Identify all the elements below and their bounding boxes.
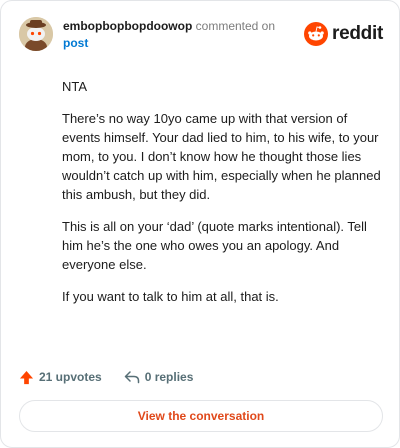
upvote-stat[interactable]: 21 upvotes — [19, 370, 102, 385]
comment-body: NTA There’s no way 10yo came up with tha… — [62, 77, 382, 319]
view-conversation-button[interactable]: View the conversation — [19, 400, 383, 432]
reddit-logo[interactable]: reddit — [304, 21, 383, 47]
comment-paragraph: This is all on your ‘dad’ (quote marks i… — [62, 219, 367, 272]
comment-header: embopbopbopdoowop commented on post redd… — [19, 17, 383, 53]
comment-footer: 21 upvotes 0 replies — [19, 367, 215, 387]
avatar[interactable] — [19, 17, 53, 51]
comment-paragraph: NTA — [62, 79, 88, 94]
author-name[interactable]: embopbopbopdoowop — [63, 19, 192, 33]
comment-meta: embopbopbopdoowop commented on post — [63, 18, 293, 52]
reddit-icon — [304, 22, 329, 46]
snoo-avatar-icon — [19, 17, 53, 51]
post-link[interactable]: post — [63, 36, 88, 50]
comment-action: commented on — [195, 19, 276, 33]
upvote-arrow-icon — [19, 370, 34, 384]
upvote-count: 21 upvotes — [39, 370, 102, 384]
reply-count: 0 replies — [144, 370, 194, 384]
comment-paragraph: If you want to talk to him at all, that … — [62, 289, 279, 304]
reply-stat[interactable]: 0 replies — [124, 370, 194, 384]
comment-paragraph: There’s no way 10yo came up with that ve… — [62, 111, 381, 202]
brand-wordmark: reddit — [332, 23, 383, 44]
reply-arrow-icon — [124, 371, 139, 384]
comment-card: embopbopbopdoowop commented on post redd… — [0, 0, 400, 448]
